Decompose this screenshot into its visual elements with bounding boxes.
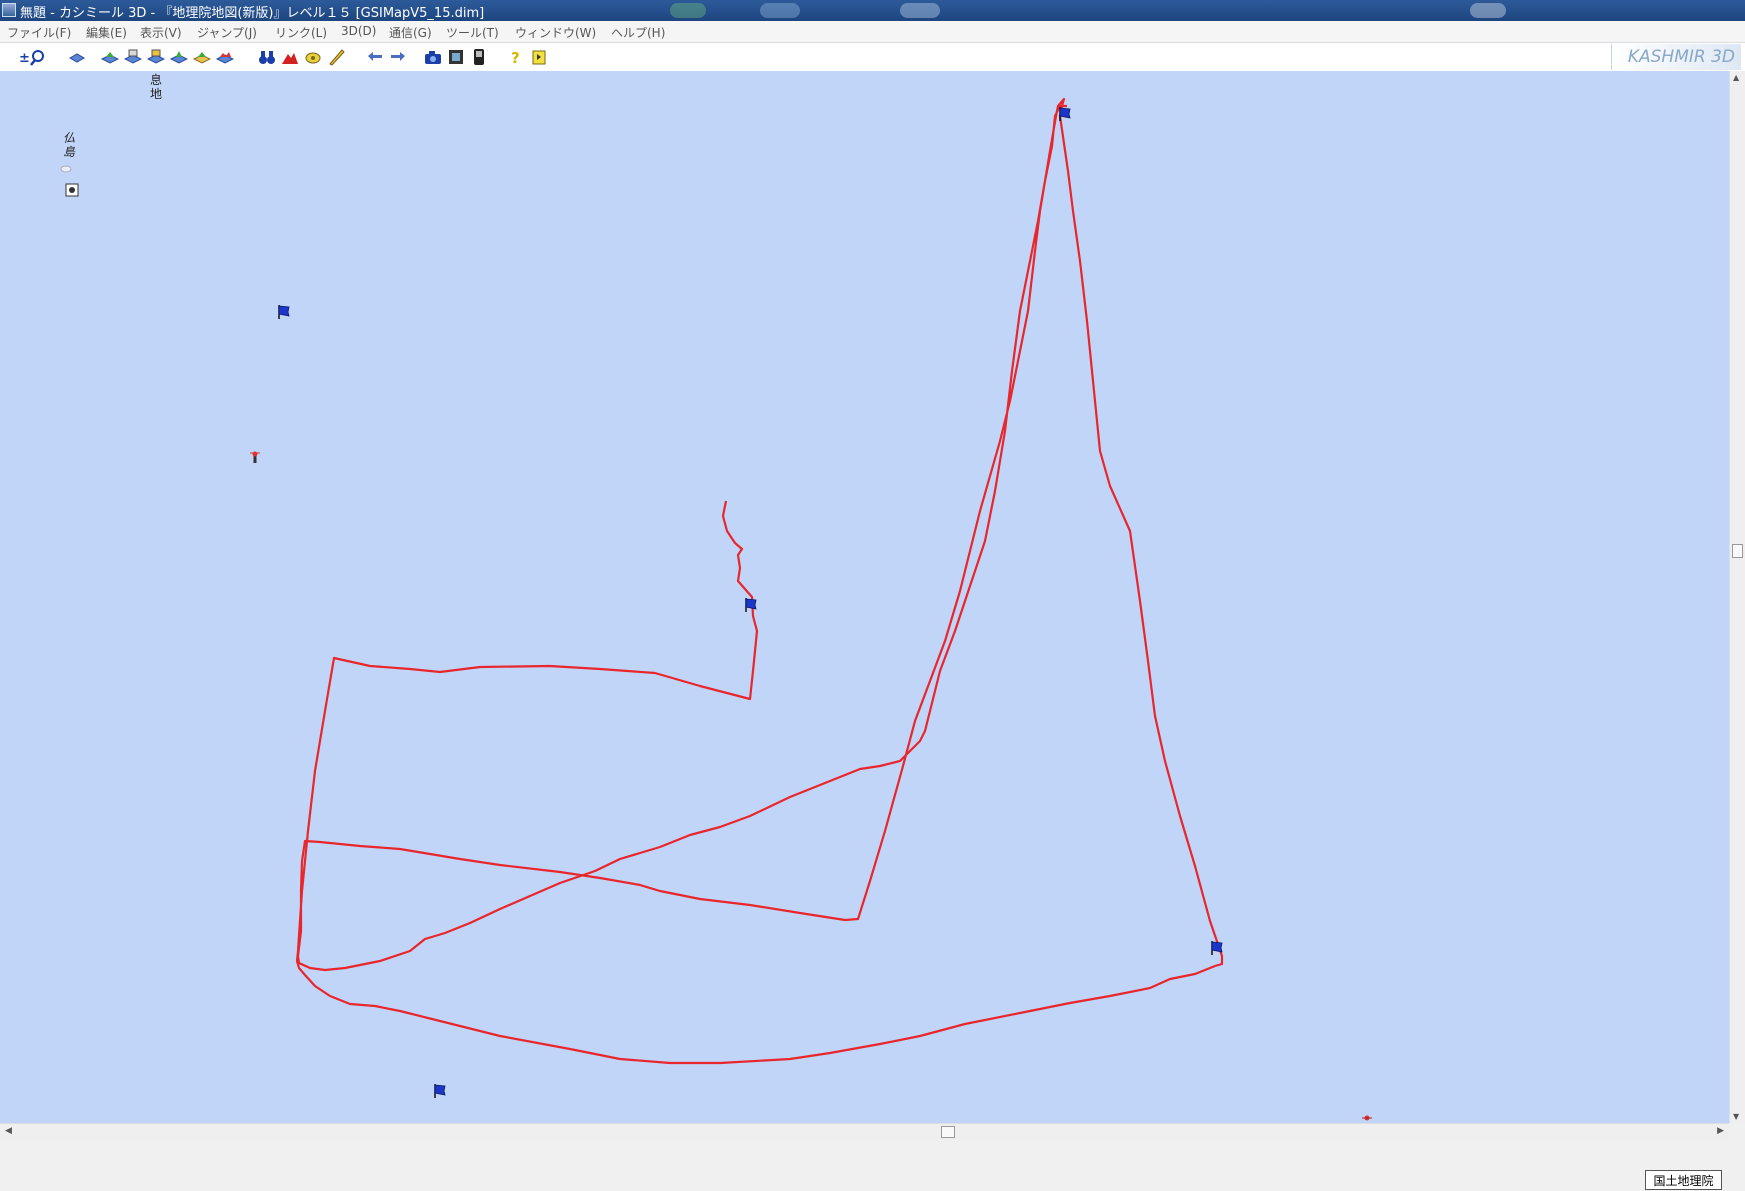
- map-layer-4-icon[interactable]: [170, 48, 188, 66]
- place-label-sokuchi: 息地: [149, 73, 162, 101]
- taskbar-glow-decoration: [760, 3, 800, 18]
- arrow-left-icon[interactable]: [366, 48, 384, 66]
- taskbar-glow-decoration: [670, 3, 706, 18]
- camera-icon[interactable]: [424, 48, 442, 66]
- app-icon: [2, 3, 16, 17]
- waypoint-icon[interactable]: [304, 48, 322, 66]
- film-icon[interactable]: [447, 48, 465, 66]
- menu-tools[interactable]: ツール(T): [446, 24, 499, 41]
- help-icon[interactable]: ?: [507, 48, 525, 66]
- waypoint-flag-icon[interactable]: [434, 1084, 446, 1098]
- menu-file[interactable]: ファイル(F): [7, 24, 71, 41]
- menu-bar: ファイル(F) 編集(E) 表示(V) ジャンプ(J) リンク(L) 3D(D)…: [0, 21, 1745, 43]
- exit-icon[interactable]: [530, 48, 548, 66]
- map-layer-5-icon[interactable]: [193, 48, 211, 66]
- waypoint-flag-icon[interactable]: [745, 598, 757, 612]
- taskbar-glow-decoration: [900, 3, 940, 18]
- menu-jump[interactable]: ジャンプ(J): [197, 24, 257, 41]
- ruler-icon[interactable]: [327, 48, 345, 66]
- toolbar: ± ? KASHMIR 3D: [0, 43, 1745, 72]
- lighthouse-icon: [250, 451, 260, 463]
- map-layer-1-icon[interactable]: [101, 48, 119, 66]
- mountain-icon[interactable]: [281, 48, 299, 66]
- scroll-up-icon[interactable]: ▲: [1733, 73, 1739, 82]
- menu-window[interactable]: ウィンドウ(W): [515, 24, 596, 41]
- layer-icon[interactable]: [68, 48, 86, 66]
- svg-text:?: ?: [511, 49, 520, 66]
- rock-symbol-icon: [60, 165, 72, 173]
- menu-comm[interactable]: 通信(G): [389, 24, 432, 41]
- waypoint-flag-icon[interactable]: [278, 305, 290, 319]
- vertical-scroll-thumb[interactable]: [1732, 544, 1743, 558]
- gps-device-icon[interactable]: [470, 48, 488, 66]
- zoom-search-icon[interactable]: ±: [18, 48, 48, 66]
- attribution-label: 国土地理院: [1645, 1170, 1722, 1190]
- horizontal-scroll-thumb[interactable]: [941, 1126, 955, 1138]
- binoculars-icon[interactable]: [258, 48, 276, 66]
- menu-help[interactable]: ヘルプ(H): [611, 24, 665, 41]
- menu-3d[interactable]: 3D(D): [341, 24, 376, 38]
- menu-view[interactable]: 表示(V): [140, 24, 182, 41]
- scroll-down-icon[interactable]: ▼: [1733, 1112, 1739, 1121]
- scroll-left-icon[interactable]: ◀: [5, 1126, 12, 1136]
- gps-track-line: [295, 97, 1224, 1065]
- arrow-right-icon[interactable]: [389, 48, 407, 66]
- window-title: 無題 - カシミール 3D - 『地理院地図(新版)』レベル１５ [GSIMap…: [20, 6, 485, 21]
- svg-text:±: ±: [19, 51, 30, 66]
- beacon-symbol-icon: [1362, 1115, 1372, 1121]
- scrollbar-corner: [1729, 1123, 1745, 1140]
- menu-edit[interactable]: 編集(E): [86, 24, 127, 41]
- landmark-symbol-icon: [65, 183, 79, 197]
- map-layer-6-icon[interactable]: [216, 48, 234, 66]
- title-bar: 無題 - カシミール 3D - 『地理院地図(新版)』レベル１５ [GSIMap…: [0, 0, 1745, 21]
- scroll-right-icon[interactable]: ▶: [1717, 1126, 1724, 1136]
- kashmir-logo: KASHMIR 3D: [1611, 44, 1741, 70]
- map-layer-2-icon[interactable]: [124, 48, 142, 66]
- map-layer-3-icon[interactable]: [147, 48, 165, 66]
- map-view[interactable]: 息地 仏島 国土地理院: [0, 71, 1729, 1190]
- map-canvas[interactable]: [0, 71, 1729, 1123]
- place-label-hotokejima: 仏島: [62, 131, 75, 159]
- horizontal-scrollbar[interactable]: ◀ ▶: [0, 1123, 1729, 1140]
- taskbar-glow-decoration: [1470, 3, 1506, 18]
- vertical-scrollbar[interactable]: ▲ ▼: [1729, 71, 1745, 1123]
- menu-link[interactable]: リンク(L): [275, 24, 327, 41]
